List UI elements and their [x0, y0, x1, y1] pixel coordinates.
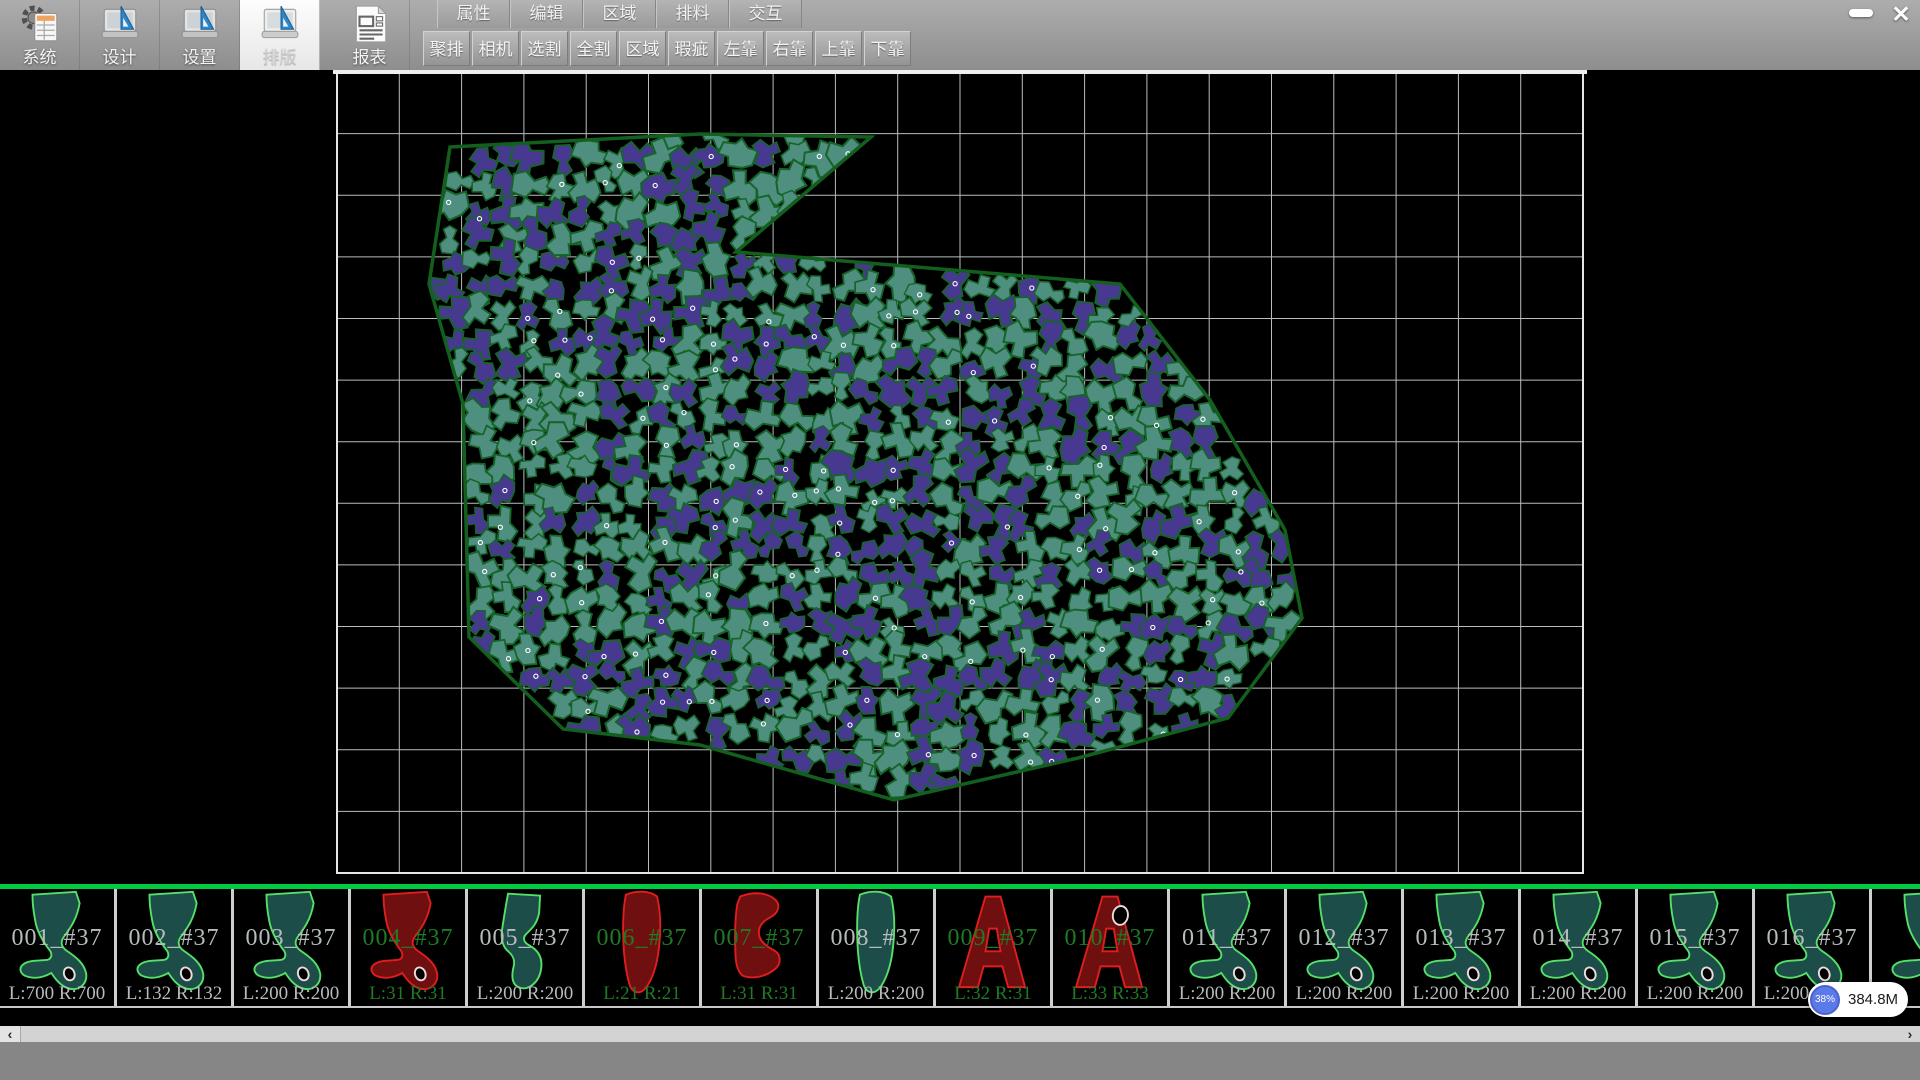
menu-edit[interactable]: 编辑 [510, 0, 583, 28]
piece-lr-count-label: L:31 R:31 [351, 983, 465, 1005]
piece-lr-count-label: L:200 R:200 [1404, 983, 1518, 1005]
piece-lr-count-label: L:200 R:200 [1170, 983, 1284, 1005]
piece-thumbnail[interactable]: 013_#37 L:200 R:200 [1404, 889, 1521, 1006]
tool-defect[interactable]: 瑕疵 [668, 31, 715, 66]
memory-badge: 38% 384.8M [1808, 982, 1908, 1017]
tool-snap-down[interactable]: 下靠 [864, 31, 911, 66]
nav-label: 排版 [263, 48, 297, 68]
menu-region[interactable]: 区域 [583, 0, 656, 28]
piece-lr-count-label: L:200 R:200 [819, 983, 933, 1005]
piece-lr-count-label: L:200 R:200 [1521, 983, 1635, 1005]
nav-label: 报表 [353, 48, 387, 68]
piece-name-label: 009_#37 [936, 925, 1050, 952]
piece-name-label: 001_#37 [0, 925, 114, 952]
toolbar: 系统 设计 [0, 0, 1920, 70]
nav-button-group: 系统 设计 [0, 0, 410, 70]
minimize-button[interactable] [1844, 1, 1878, 25]
memory-size-label: 384.8M [1848, 991, 1898, 1008]
menu-interactive[interactable]: 交互 [729, 0, 802, 28]
piece-thumbnail[interactable]: 014_#37 L:200 R:200 [1521, 889, 1638, 1006]
nesting-app-window: 系统 设计 [0, 0, 1920, 1080]
nav-design-button[interactable]: 设计 [80, 0, 160, 70]
piece-thumbnail[interactable]: 003_#37 L:200 R:200 [234, 889, 351, 1006]
tool-snap-up[interactable]: 上靠 [815, 31, 862, 66]
menu-bar: 属性 编辑 区域 排料 交互 [437, 0, 911, 28]
piece-name-label: 006_#37 [585, 925, 699, 952]
piece-name-label: 012_#37 [1287, 925, 1401, 952]
tool-snap-right[interactable]: 右靠 [766, 31, 813, 66]
nesting-canvas[interactable] [0, 70, 1920, 884]
minimize-icon [1849, 9, 1873, 17]
piece-thumbnail[interactable]: 001_#37 L:700 R:700 [0, 889, 117, 1006]
scroll-left-arrow-icon[interactable]: ‹ [0, 1026, 21, 1042]
piece-name-label: 010_#37 [1053, 925, 1167, 952]
piece-lr-count-label: L:31 R:31 [702, 983, 816, 1005]
window-controls: ✕ [1844, 1, 1916, 25]
close-button[interactable]: ✕ [1886, 1, 1916, 25]
piece-name-label: 005_#37 [468, 925, 582, 952]
piece-lr-count-label: L:200 R:200 [234, 983, 348, 1005]
menu-area: 属性 编辑 区域 排料 交互 聚排 相机 选割 全割 区域 瑕疵 左靠 右靠 上… [423, 0, 911, 66]
piece-thumbnail[interactable]: 007_#37 L:31 R:31 [702, 889, 819, 1006]
piece-name-label: 015_#37 [1638, 925, 1752, 952]
nav-label: 系统 [23, 48, 57, 68]
hide-nesting-svg[interactable] [0, 70, 1920, 884]
report-icon [349, 0, 391, 48]
piece-name-label: 011_#37 [1170, 925, 1284, 952]
piece-name-label: 002_#37 [117, 925, 231, 952]
menu-properties[interactable]: 属性 [437, 0, 510, 28]
piece-thumbnail[interactable]: 004_#37 L:31 R:31 [351, 889, 468, 1006]
tool-region[interactable]: 区域 [619, 31, 666, 66]
nav-report-button[interactable]: 报表 [330, 0, 410, 70]
memory-percent-badge: 38% [1810, 985, 1840, 1015]
status-bar [0, 1042, 1920, 1080]
tool-select-cut[interactable]: 选割 [521, 31, 568, 66]
design-icon [99, 0, 141, 48]
piece-name-label: 004_#37 [351, 925, 465, 952]
piece-lr-count-label: L:21 R:21 [585, 983, 699, 1005]
nav-system-button[interactable]: 系统 [0, 0, 80, 70]
piece-name-label: 016_#37 [1755, 925, 1869, 952]
tool-bar: 聚排 相机 选割 全割 区域 瑕疵 左靠 右靠 上靠 下靠 [423, 31, 911, 66]
piece-thumbnail[interactable]: 011_#37 L:200 R:200 [1170, 889, 1287, 1006]
piece-lr-count-label: L:200 R:200 [1287, 983, 1401, 1005]
piece-thumbnail[interactable]: 012_#37 L:200 R:200 [1287, 889, 1404, 1006]
piece-name-label: 003_#37 [234, 925, 348, 952]
menu-nesting[interactable]: 排料 [656, 0, 729, 28]
scroll-right-arrow-icon[interactable]: › [1900, 1026, 1920, 1042]
piece-name-label: 014_#37 [1521, 925, 1635, 952]
nav-nesting-button-active[interactable]: 排版 [240, 0, 320, 70]
piece-lr-count-label: L:33 R:33 [1053, 983, 1167, 1005]
piece-thumbnail[interactable]: 002_#37 L:132 R:132 [117, 889, 234, 1006]
nav-settings-button[interactable]: 设置 [160, 0, 240, 70]
piece-thumbnail[interactable]: 010_#37 L:33 R:33 [1053, 889, 1170, 1006]
piece-thumbnail[interactable]: 005_#37 L:200 R:200 [468, 889, 585, 1006]
tool-cut-all[interactable]: 全割 [570, 31, 617, 66]
piece-lr-count-label: L:200 R:200 [468, 983, 582, 1005]
piece-thumbnail[interactable]: 009_#37 L:32 R:31 [936, 889, 1053, 1006]
nesting-icon [259, 0, 301, 48]
nav-gap [320, 0, 330, 70]
close-icon: ✕ [1891, 1, 1910, 28]
tool-cluster-nest[interactable]: 聚排 [423, 31, 470, 66]
piece-lr-count-label: L:200 R:200 [1638, 983, 1752, 1005]
nav-label: 设计 [103, 48, 137, 68]
piece-thumbnail[interactable]: 006_#37 L:21 R:21 [585, 889, 702, 1006]
piece-thumbnail[interactable]: 015_#37 L:200 R:200 [1638, 889, 1755, 1006]
piece-thumbnail-strip: 001_#37 L:700 R:700 002_#37 L:132 R:132 … [0, 884, 1920, 1008]
horizontal-scrollbar[interactable]: ‹ › [0, 1026, 1920, 1042]
piece-lr-count-label: L:700 R:700 [0, 983, 114, 1005]
piece-thumbnail[interactable]: 008_#37 L:200 R:200 [819, 889, 936, 1006]
piece-name-label: 013_#37 [1404, 925, 1518, 952]
piece-lr-count-label: L:32 R:31 [936, 983, 1050, 1005]
tool-camera[interactable]: 相机 [472, 31, 519, 66]
piece-name-label: 007_#37 [702, 925, 816, 952]
nav-label: 设置 [183, 48, 217, 68]
piece-lr-count-label: L:132 R:132 [117, 983, 231, 1005]
settings-icon [179, 0, 221, 48]
system-icon [19, 0, 61, 48]
piece-name-label: 008_#37 [819, 925, 933, 952]
tool-snap-left[interactable]: 左靠 [717, 31, 764, 66]
